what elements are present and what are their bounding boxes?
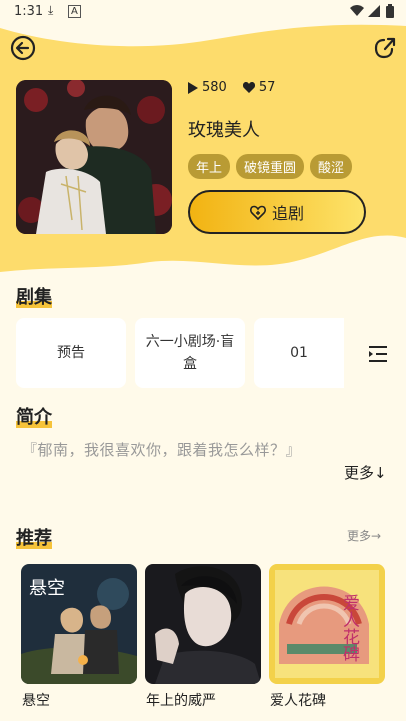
episode-card[interactable]: 01 xyxy=(254,318,344,388)
recommend-title-2[interactable]: 年上的威严 xyxy=(146,690,216,710)
recommend-cover-2[interactable] xyxy=(145,564,261,684)
like-count-value: 57 xyxy=(258,80,276,95)
episode-card[interactable]: 六一小剧场·盲盒 xyxy=(135,318,245,388)
play-count: 580 xyxy=(188,80,227,95)
episode-card[interactable]: 预告 xyxy=(16,318,126,388)
intro-more-button[interactable]: 更多↓ xyxy=(344,462,387,483)
drama-tags: 年上 破镜重圆 酸涩 xyxy=(188,154,353,179)
recommend-title-1[interactable]: 悬空 xyxy=(22,690,50,710)
heart-plus-icon xyxy=(250,205,266,220)
episode-label: 六一小剧场·盲盒 xyxy=(145,334,235,372)
heart-icon xyxy=(242,82,255,93)
status-time: 1:31 xyxy=(14,4,44,19)
recommend-cover-1[interactable]: 悬空 xyxy=(21,564,137,684)
share-icon[interactable] xyxy=(372,35,398,61)
intro-section-title: 简介 xyxy=(16,407,52,428)
recommend-more-button[interactable]: 更多→ xyxy=(347,527,381,544)
recommend-cover-3[interactable]: 爱人花碑 xyxy=(269,564,385,684)
tag-item[interactable]: 年上 xyxy=(188,154,231,179)
play-count-value: 580 xyxy=(202,80,227,95)
episode-label: 01 xyxy=(290,345,308,361)
battery-icon xyxy=(386,4,394,18)
recommend-title-3[interactable]: 爱人花碑 xyxy=(270,690,326,710)
signal-icon xyxy=(368,5,380,17)
back-arrow-icon[interactable] xyxy=(10,35,36,61)
episodes-section-title: 剧集 xyxy=(16,287,52,308)
follow-button-label: 追剧 xyxy=(271,204,304,223)
status-bar: 1:31 ⤓ A xyxy=(0,0,406,24)
drama-cover-image[interactable] xyxy=(16,80,172,234)
download-icon: ⤓ xyxy=(48,3,54,17)
like-count: 57 xyxy=(242,80,276,95)
recommend-section-title: 推荐 xyxy=(16,528,52,549)
play-icon xyxy=(188,81,198,94)
recommend-cover-1-text: 悬空 xyxy=(29,578,65,599)
tag-item[interactable]: 破镜重圆 xyxy=(236,154,305,179)
follow-button[interactable]: 追剧 xyxy=(188,190,366,234)
intro-text: 『郁南，我很喜欢你，跟着我怎么样？』 xyxy=(22,441,302,459)
episode-list-icon[interactable] xyxy=(367,343,389,365)
drama-stats: 580 57 xyxy=(188,80,275,95)
recommend-cover-3-text: 爱人花碑 xyxy=(339,594,360,662)
episode-label: 预告 xyxy=(57,345,85,361)
tag-item[interactable]: 酸涩 xyxy=(310,154,353,179)
text-a-icon: A xyxy=(68,5,81,18)
drama-title: 玫瑰美人 xyxy=(188,120,260,141)
wifi-icon xyxy=(350,5,364,16)
